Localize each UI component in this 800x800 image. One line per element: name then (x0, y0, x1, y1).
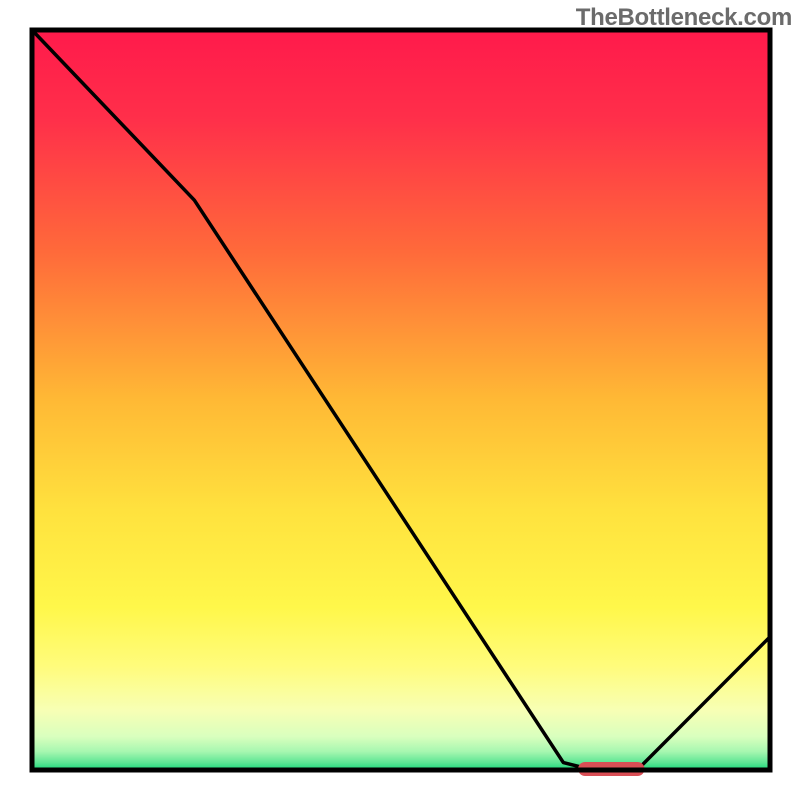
watermark-text: TheBottleneck.com (576, 4, 792, 32)
chart-container: TheBottleneck.com (0, 0, 800, 800)
bottleneck-plot (0, 0, 800, 800)
